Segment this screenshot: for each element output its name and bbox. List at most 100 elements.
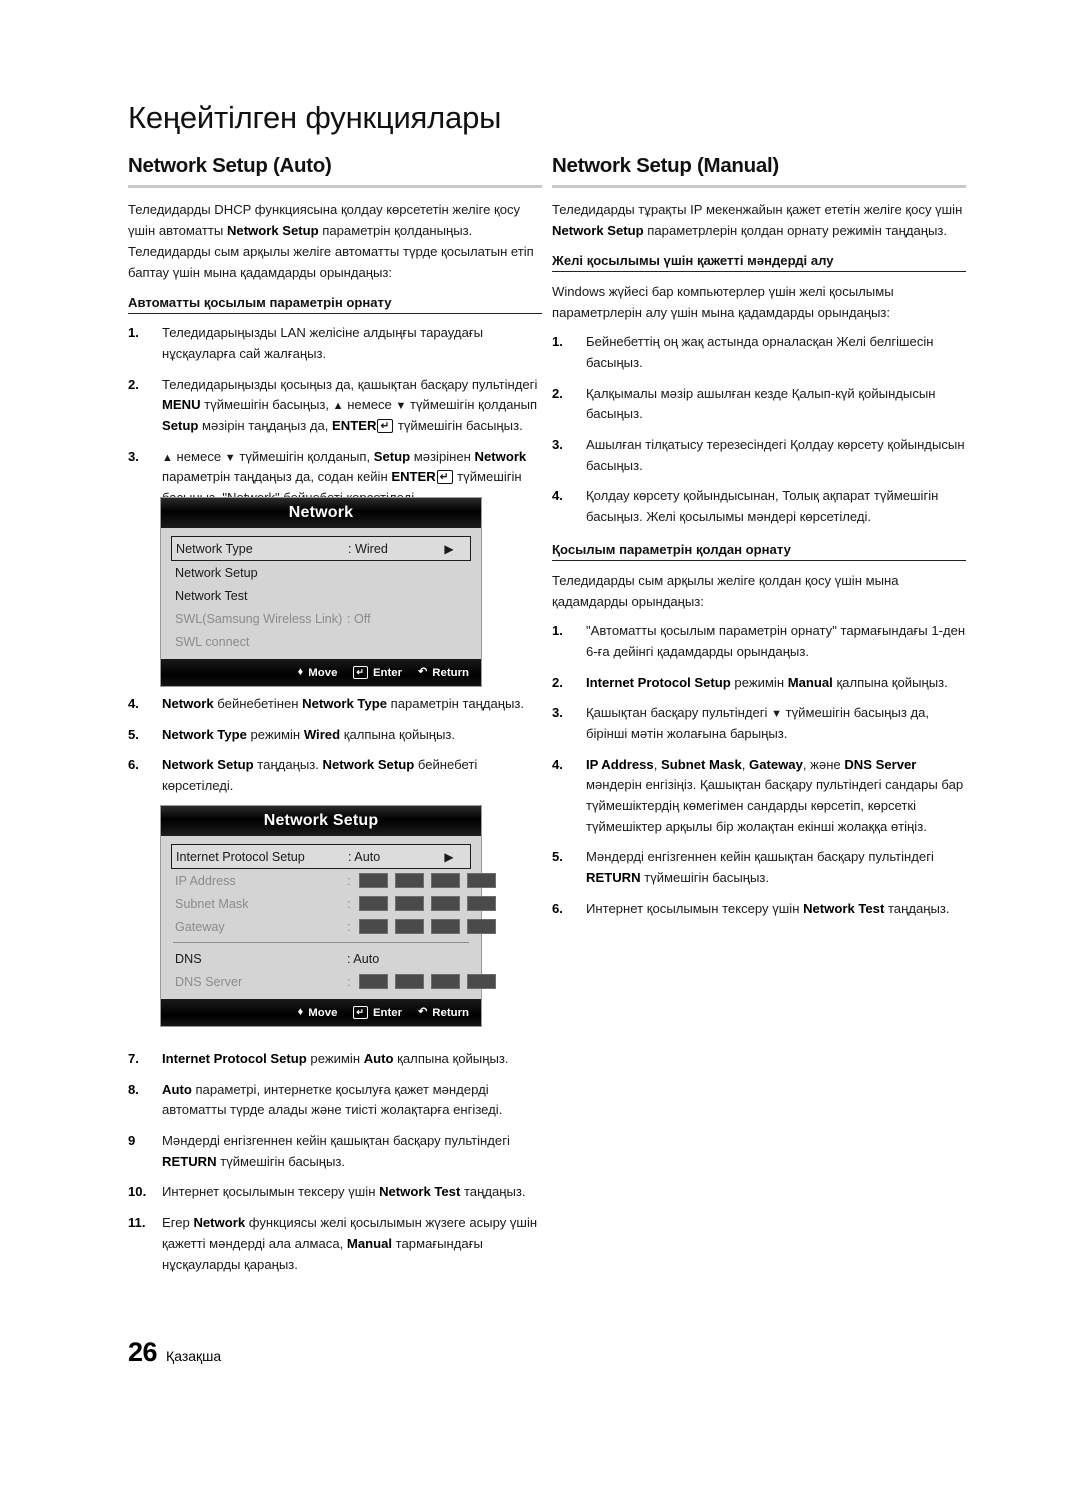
osd-menu-item[interactable]: Network Test xyxy=(171,584,471,607)
osd-menu-item[interactable]: Gateway: xyxy=(171,915,496,938)
osd-network-setup-footer: ♦ Move ↵ Enter ↶ Return xyxy=(161,999,481,1026)
step-number: 3. xyxy=(128,448,139,464)
step-number: 4. xyxy=(128,696,139,711)
step-text: Интернет қосылымын тексеру үшін Network … xyxy=(162,1184,526,1200)
osd-menu-item[interactable]: DNS Server: xyxy=(171,970,496,993)
octet-group[interactable]: : xyxy=(347,919,496,934)
osd-row-label: Internet Protocol Setup xyxy=(176,849,305,864)
octet-box[interactable] xyxy=(394,919,424,934)
octet-box[interactable] xyxy=(430,919,460,934)
osd-menu-item[interactable]: IP Address: xyxy=(171,869,496,892)
octet-box[interactable] xyxy=(430,896,460,911)
step-number: 1. xyxy=(552,623,563,639)
octet-box[interactable] xyxy=(394,873,424,888)
osd-menu-item[interactable]: SWL connect xyxy=(171,630,471,653)
osd-row-label: SWL(Samsung Wireless Link) xyxy=(175,611,343,626)
list-item: 6. Интернет қосылымын тексеру үшін Networ… xyxy=(552,899,966,920)
octet-box[interactable] xyxy=(358,896,388,911)
osd-menu-item[interactable]: Network Type: Wired ▶ xyxy=(171,536,471,561)
osd-move-hint: ♦ Move xyxy=(297,666,338,679)
list-item: 8. Auto параметрі, интернетке қосылуға қа… xyxy=(128,1080,542,1121)
osd-return-hint: ↶ Return xyxy=(418,666,469,679)
steps-list-windows: 1. Бейнебеттің оң жақ астында орналасқан … xyxy=(552,332,966,528)
section-rule xyxy=(128,184,542,188)
step-number: 6. xyxy=(552,900,563,916)
octet-box[interactable] xyxy=(466,873,496,888)
section-heading-manual: Network Setup (Manual) xyxy=(552,154,779,177)
page-footer: 26 Қазақша xyxy=(128,1337,221,1368)
step-text: Network Type режимін Wired қалпына қойың… xyxy=(162,726,456,742)
left-column-steps-4-6: 4. Network бейнебетінен Network Type пара… xyxy=(128,694,542,807)
step-number: 6. xyxy=(128,757,139,773)
list-item: 5. Мәндерді енгізгеннен кейін қашықтан ба… xyxy=(552,847,966,888)
step-number: 4. xyxy=(552,488,563,504)
step-text: Бейнебеттің оң жақ астында орналасқан Же… xyxy=(586,334,934,371)
step-text: Қолдау көрсету қойындысынан, Толық ақпар… xyxy=(586,488,939,525)
osd-row-value: : Wired xyxy=(348,541,388,556)
step-text: Internet Protocol Setup режимін Auto қал… xyxy=(162,1051,509,1066)
octet-box[interactable] xyxy=(394,974,424,989)
octet-box[interactable] xyxy=(430,974,460,989)
octet-box[interactable] xyxy=(394,896,424,911)
octet-box[interactable] xyxy=(358,919,388,934)
page-number: 26 xyxy=(128,1337,158,1367)
list-item: 3. Қашықтан басқару пультіндегі ▼ түймеші… xyxy=(552,703,966,744)
step-text: Қашықтан басқару пультіндегі ▼ түймешігі… xyxy=(586,705,930,742)
osd-network-setup-rows: Internet Protocol Setup: Auto ▶ IP Address… xyxy=(161,836,496,999)
list-item: 3. Ашылған тілқатысу терезесіндегі Қолдау… xyxy=(552,435,966,476)
osd-divider xyxy=(173,942,469,943)
updown-arrow-icon: ♦ xyxy=(297,1006,304,1018)
step-text: Мәндерді енгізгеннен кейін қашықтан басқ… xyxy=(162,1133,510,1169)
steps-list-2: 4. Network бейнебетінен Network Type пара… xyxy=(128,694,542,797)
osd-return-hint: ↶ Return xyxy=(418,1006,469,1019)
subheading-get-values: Желі қосылымы үшін қажетті мәндерді алу xyxy=(552,253,966,272)
osd-menu-item[interactable]: Network Setup xyxy=(171,561,471,584)
octet-group[interactable]: : xyxy=(347,974,496,989)
step-number: 11. xyxy=(128,1215,146,1231)
octet-colon: : xyxy=(347,873,351,888)
return-arrow-icon: ↶ xyxy=(418,1006,428,1018)
osd-row-label: DNS xyxy=(175,951,202,966)
list-item: 5. Network Type режимін Wired қалпына қой… xyxy=(128,725,542,746)
step-text: "Автоматты қосылым параметрін орнату" та… xyxy=(586,623,966,659)
osd-network-panel: Network Network Type: Wired ▶ Network Setu… xyxy=(160,497,482,687)
osd-menu-item[interactable]: SWL(Samsung Wireless Link): Off xyxy=(171,607,471,630)
list-item: 4. Network бейнебетінен Network Type пара… xyxy=(128,694,542,715)
octet-box[interactable] xyxy=(358,974,388,989)
osd-menu-item[interactable]: DNS: Auto xyxy=(171,947,471,970)
list-item: 2. Қалқымалы мәзір ашылған кезде Қалып-кү… xyxy=(552,384,966,425)
osd-move-hint: ♦ Move xyxy=(297,1006,338,1019)
octet-box[interactable] xyxy=(466,919,496,934)
step-text: Network бейнебетінен Network Type параме… xyxy=(162,696,525,711)
octet-group[interactable]: : xyxy=(347,873,496,888)
osd-row-label: IP Address xyxy=(175,873,236,888)
octet-group[interactable]: : xyxy=(347,896,496,911)
osd-row-value: : Auto xyxy=(348,849,381,864)
osd-enter-hint: ↵ Enter xyxy=(353,1006,402,1019)
octet-box[interactable] xyxy=(430,873,460,888)
step-number: 2. xyxy=(552,385,563,401)
osd-menu-item[interactable]: Subnet Mask: xyxy=(171,892,496,915)
osd-network-setup-title: Network Setup xyxy=(161,806,481,836)
octet-box[interactable] xyxy=(466,896,496,911)
page-title: Кеңейтілген функциялары xyxy=(128,100,502,135)
step-number: 1. xyxy=(128,325,139,341)
step-text: Егер Network функциясы желі қосылымын жү… xyxy=(162,1215,538,1272)
intro-paragraph-manual-steps: Теледидарды сым арқылы желіге қолдан қос… xyxy=(552,572,899,610)
updown-arrow-icon: ♦ xyxy=(297,666,304,678)
intro-paragraph-auto: Теледидарды DHCP функциясына қолдау көрс… xyxy=(128,201,534,281)
step-number: 3. xyxy=(552,705,563,721)
osd-row-label: DNS Server xyxy=(175,974,243,989)
step-number: 4. xyxy=(552,756,563,772)
octet-box[interactable] xyxy=(466,974,496,989)
list-item: 10. Интернет қосылымын тексеру үшін Netwo… xyxy=(128,1182,542,1203)
step-text: Теледидарыңызды LAN желісіне алдыңғы тар… xyxy=(162,325,484,362)
section-heading-auto: Network Setup (Auto) xyxy=(128,154,332,177)
page-language: Қазақша xyxy=(166,1348,222,1364)
step-text: Теледидарыңызды қосыңыз да, қашықтан бас… xyxy=(162,376,538,434)
left-column-steps-7-11: 7. Internet Protocol Setup режимін Auto қ… xyxy=(128,1049,542,1285)
step-text: Интернет қосылымын тексеру үшін Network … xyxy=(586,900,950,916)
list-item: 2. Теледидарыңызды қосыңыз да, қашықтан б… xyxy=(128,375,542,437)
osd-menu-item[interactable]: Internet Protocol Setup: Auto ▶ xyxy=(171,844,471,869)
octet-box[interactable] xyxy=(358,873,388,888)
